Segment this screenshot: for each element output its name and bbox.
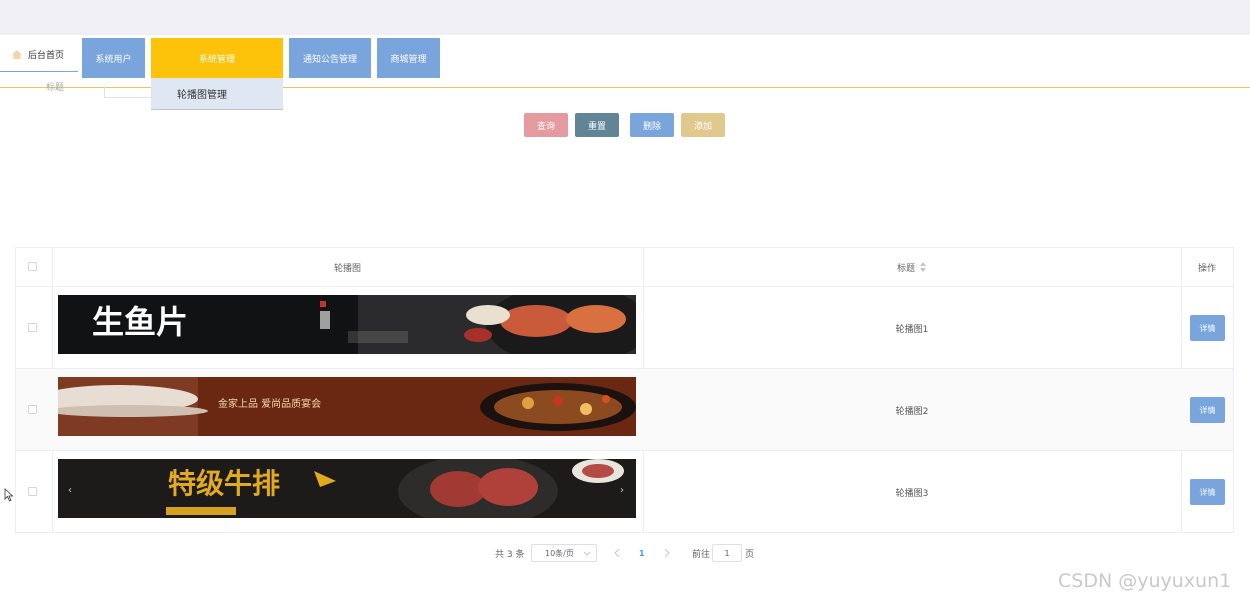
carousel-image-1: 生鱼片	[58, 295, 636, 354]
carousel-image-3: 特级牛排 ‹ ›	[58, 459, 636, 518]
pagination-total: 共 3 条	[495, 549, 525, 560]
goto-page-input[interactable]: 1	[712, 544, 742, 562]
page-size-value: 10条/页	[545, 548, 574, 558]
nav-tab-label: 系统用户	[95, 54, 132, 65]
prev-page-icon[interactable]	[614, 549, 620, 557]
next-page-icon[interactable]	[664, 549, 670, 557]
goto-suffix: 页	[745, 549, 755, 560]
nav-tab-mall-management[interactable]: 商城管理	[377, 38, 440, 78]
home-icon	[12, 50, 22, 59]
nav-home-link[interactable]: 后台首页	[0, 38, 78, 72]
watermark: CSDN @yuyuxun1	[1058, 570, 1232, 592]
row-title: 轮播图3	[895, 488, 929, 499]
column-header-title-label: 标题	[896, 263, 915, 274]
select-all-checkbox[interactable]	[28, 262, 37, 271]
nav-tab-label: 商城管理	[390, 54, 427, 65]
nav-tab-system-management[interactable]: 系统管理	[151, 38, 283, 78]
table-row: 金家上品 爱尚品质宴会 轮播图2 详情	[16, 368, 1233, 450]
search-title-input[interactable]	[104, 86, 152, 98]
row-title: 轮播图1	[895, 324, 929, 335]
nav-tab-notice-management[interactable]: 通知公告管理	[289, 38, 371, 78]
column-header-image: 轮播图	[333, 263, 361, 274]
column-header-title[interactable]: 标题	[643, 248, 1181, 286]
nav-home-label: 后台首页	[28, 51, 65, 61]
current-page[interactable]: 1	[639, 544, 645, 562]
row-checkbox[interactable]	[28, 323, 37, 332]
table-row: 特级牛排 ‹ › 轮播图3 详情	[16, 450, 1233, 532]
column-header-ops: 操作	[1197, 263, 1216, 274]
banner-text-1: 生鱼片	[92, 303, 188, 341]
nav-tab-label: 系统管理	[198, 54, 235, 65]
goto-label: 前往	[692, 549, 711, 560]
row-checkbox[interactable]	[28, 487, 37, 496]
banner-text-2: 金家上品 爱尚品质宴会	[218, 397, 321, 410]
row-title: 轮播图2	[895, 406, 929, 417]
carousel-table: 轮播图 标题 操作 生鱼片 轮播图1 详情 金家上品 爱尚品质宴会 轮播图2 详…	[15, 247, 1234, 533]
carousel-prev-icon[interactable]: ‹	[68, 485, 72, 496]
delete-button[interactable]: 删除	[630, 113, 674, 137]
query-button[interactable]: 查询	[524, 113, 568, 137]
mouse-cursor-icon	[4, 488, 14, 502]
table-row: 生鱼片 轮播图1 详情	[16, 286, 1233, 368]
row-checkbox[interactable]	[28, 405, 37, 414]
page-size-select[interactable]: 10条/页	[531, 544, 597, 562]
top-bar	[0, 0, 1250, 35]
detail-button[interactable]: 详情	[1190, 315, 1225, 341]
add-button[interactable]: 添加	[681, 113, 725, 137]
search-title-label: 标题	[46, 83, 65, 93]
reset-button[interactable]: 重置	[575, 113, 619, 137]
detail-button[interactable]: 详情	[1190, 397, 1225, 423]
carousel-next-icon[interactable]: ›	[620, 485, 624, 496]
nav-tab-system-users[interactable]: 系统用户	[82, 38, 145, 78]
banner-text-3: 特级牛排	[168, 467, 280, 500]
sort-icon[interactable]	[919, 262, 927, 272]
submenu-item-carousel-management[interactable]: 轮播图管理	[151, 78, 283, 110]
nav-tab-label: 通知公告管理	[302, 54, 357, 65]
submenu-item-label: 轮播图管理	[177, 90, 227, 101]
detail-button[interactable]: 详情	[1190, 479, 1225, 505]
carousel-image-2: 金家上品 爱尚品质宴会	[58, 377, 636, 436]
chevron-down-icon	[583, 551, 591, 556]
